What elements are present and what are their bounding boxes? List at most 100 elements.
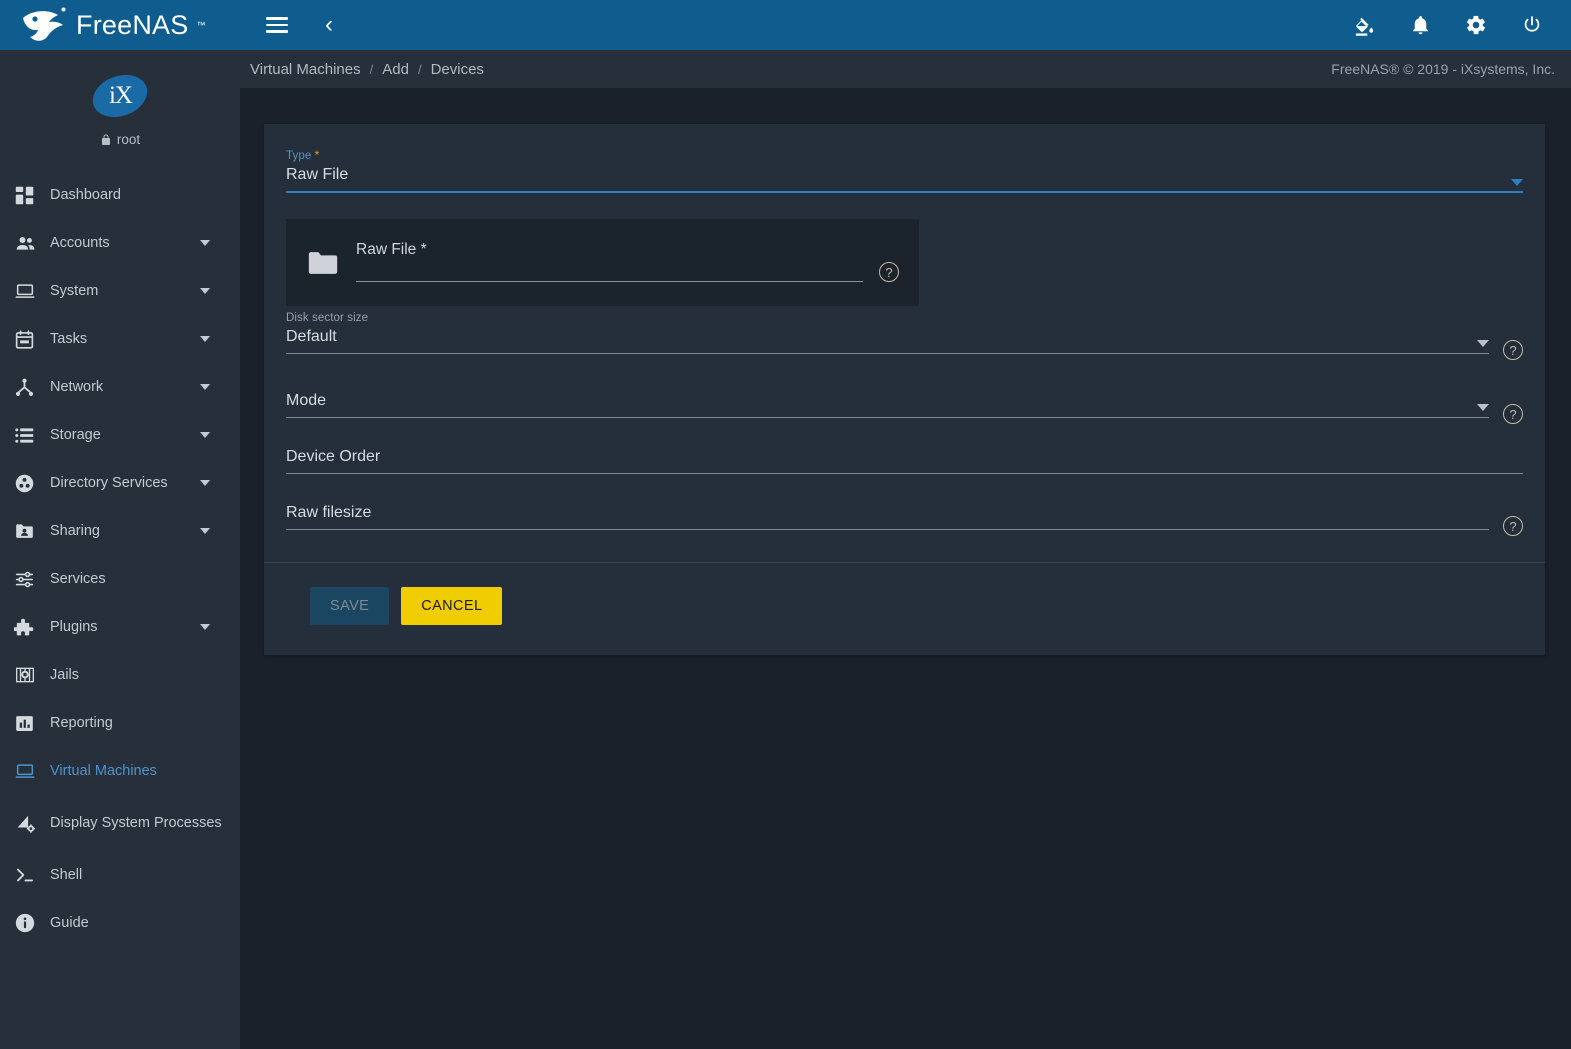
chevron-down-icon[interactable]	[1477, 404, 1489, 411]
plugins-icon	[14, 617, 50, 638]
help-icon[interactable]: ?	[1503, 516, 1523, 536]
raw-file-panel: Raw File * ?	[286, 219, 919, 306]
breadcrumb-item-1[interactable]: Virtual Machines	[250, 61, 361, 78]
device-order-placeholder: Device Order	[286, 448, 381, 465]
power-icon[interactable]	[1517, 10, 1547, 40]
folder-icon[interactable]	[306, 246, 340, 280]
disk-sector-size-field[interactable]: Disk sector size Default	[286, 312, 1489, 360]
breadcrumb-separator: /	[417, 61, 422, 77]
type-field-label-text: Type	[286, 150, 312, 162]
sidebar-item-jails[interactable]: Jails	[0, 651, 240, 699]
raw-file-field[interactable]: Raw File *	[356, 241, 863, 282]
sidebar-item-storage[interactable]: Storage	[0, 411, 240, 459]
sidebar: iX root Dashboard Accounts System Tasks …	[0, 50, 240, 1049]
raw-file-field-underline	[356, 281, 863, 282]
raw-filesize-placeholder: Raw filesize	[286, 504, 372, 521]
avatar[interactable]: iX	[86, 67, 154, 125]
chevron-down-icon[interactable]	[200, 528, 210, 534]
chevron-down-icon[interactable]	[200, 480, 210, 486]
chevron-down-icon[interactable]	[200, 624, 210, 630]
sidebar-item-network[interactable]: Network	[0, 363, 240, 411]
disk-sector-size-row: Disk sector size Default ?	[286, 312, 1523, 360]
raw-filesize-field[interactable]: Raw filesize	[286, 500, 1489, 536]
topbar-actions	[1349, 10, 1571, 40]
help-icon[interactable]: ?	[1503, 404, 1523, 424]
lock-icon	[101, 134, 110, 145]
power-glyph	[1524, 16, 1540, 32]
type-field-underline	[286, 191, 1523, 193]
sidebar-item-dashboard[interactable]: Dashboard	[0, 171, 240, 219]
sidebar-item-label: System	[50, 282, 99, 299]
sidebar-item-display-system-processes[interactable]: Display System Processes	[0, 795, 240, 851]
jails-icon	[14, 665, 50, 685]
sidebar-item-label: Sharing	[50, 522, 100, 539]
form-actions: SAVE CANCEL	[286, 563, 1523, 655]
breadcrumb-separator: /	[369, 61, 374, 77]
sidebar-item-label: Services	[50, 570, 106, 587]
sidebar-item-guide[interactable]: Guide	[0, 899, 240, 947]
user-block: iX root	[0, 50, 240, 161]
back-glyph: ‹	[325, 11, 333, 38]
sidebar-item-reporting[interactable]: Reporting	[0, 699, 240, 747]
device-form-card: Type * Raw File Raw File * ? Disk sector…	[264, 124, 1545, 655]
device-order-underline	[286, 473, 1523, 474]
notifications-icon[interactable]	[1405, 10, 1435, 40]
help-icon[interactable]: ?	[879, 262, 899, 282]
brand-name: FreeNAS	[76, 9, 189, 40]
sidebar-item-shell[interactable]: Shell	[0, 851, 240, 899]
network-icon	[14, 377, 50, 398]
settings-icon[interactable]	[1461, 10, 1491, 40]
chevron-left-icon[interactable]: ‹	[314, 10, 344, 40]
services-icon	[14, 569, 50, 590]
sharing-icon	[14, 521, 50, 541]
chevron-down-icon[interactable]	[200, 336, 210, 342]
breadcrumb-item-2[interactable]: Add	[382, 61, 409, 78]
brand-logo[interactable]: FreeNAS ™	[0, 0, 240, 50]
breadcrumb-bar: Virtual Machines / Add / Devices FreeNAS…	[240, 50, 1571, 88]
user-name: root	[0, 132, 240, 147]
hamburger-menu-icon[interactable]	[262, 10, 292, 40]
freenas-fish-logo-icon	[23, 7, 66, 41]
raw-filesize-underline	[286, 529, 1489, 530]
breadcrumb: Virtual Machines / Add / Devices	[250, 61, 484, 78]
user-name-label: root	[116, 132, 141, 147]
sidebar-item-tasks[interactable]: Tasks	[0, 315, 240, 363]
sidebar-item-label: Accounts	[50, 234, 110, 251]
theme-icon[interactable]	[1349, 10, 1379, 40]
chevron-down-icon[interactable]	[1477, 340, 1489, 347]
chevron-down-icon[interactable]	[1511, 179, 1523, 186]
top-bar: FreeNAS ™ ‹	[0, 0, 1571, 50]
sidebar-item-system[interactable]: System	[0, 267, 240, 315]
chevron-down-icon[interactable]	[200, 432, 210, 438]
sidebar-item-label: Reporting	[50, 714, 113, 731]
sidebar-item-sharing[interactable]: Sharing	[0, 507, 240, 555]
sidebar-item-accounts[interactable]: Accounts	[0, 219, 240, 267]
virtual-machines-icon	[14, 761, 50, 781]
system-icon	[14, 281, 50, 301]
help-icon[interactable]: ?	[1503, 340, 1523, 360]
device-order-row: Device Order	[286, 444, 1523, 480]
copyright-text: FreeNAS® © 2019 - iXsystems, Inc.	[1331, 61, 1555, 77]
guide-icon	[14, 912, 50, 934]
cancel-button[interactable]: CANCEL	[401, 587, 503, 625]
mode-field[interactable]: Mode	[286, 388, 1489, 424]
sidebar-item-plugins[interactable]: Plugins	[0, 603, 240, 651]
sidebar-item-services[interactable]: Services	[0, 555, 240, 603]
breadcrumb-item-3[interactable]: Devices	[431, 61, 484, 78]
sidebar-item-virtual-machines[interactable]: Virtual Machines	[0, 747, 240, 795]
sidebar-item-directory-services[interactable]: Directory Services	[0, 459, 240, 507]
chevron-down-icon[interactable]	[200, 240, 210, 246]
sidebar-item-label: Storage	[50, 426, 101, 443]
chevron-down-icon[interactable]	[200, 288, 210, 294]
chevron-down-icon[interactable]	[200, 384, 210, 390]
mode-underline	[286, 417, 1489, 418]
tasks-icon	[14, 329, 50, 350]
sidebar-item-label: Jails	[50, 666, 80, 683]
mode-placeholder: Mode	[286, 392, 327, 409]
device-order-field[interactable]: Device Order	[286, 444, 1523, 480]
sidebar-item-label: Directory Services	[50, 474, 168, 491]
type-field[interactable]: Type * Raw File	[286, 148, 1523, 199]
save-button[interactable]: SAVE	[310, 587, 390, 625]
sidebar-item-label: Virtual Machines	[50, 762, 157, 779]
sidebar-item-label: Dashboard	[50, 186, 121, 203]
